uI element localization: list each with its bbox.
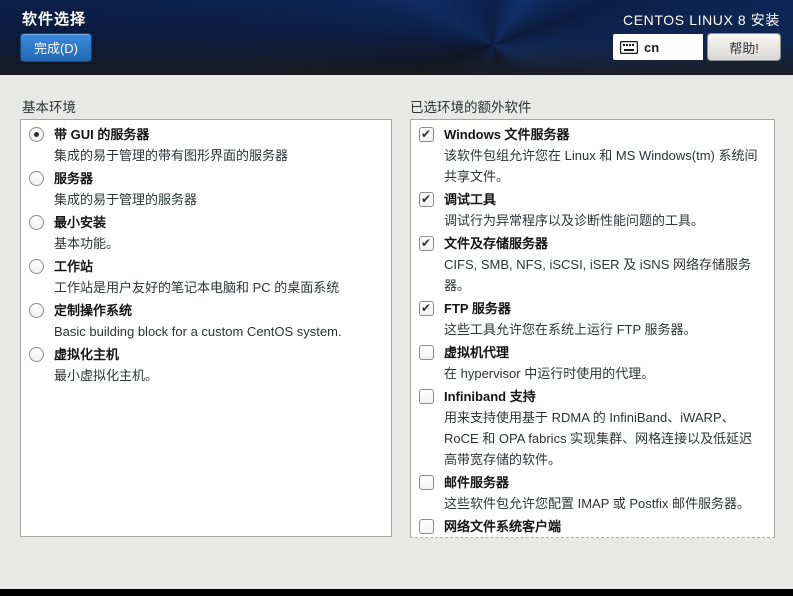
software-selection-content: 基本环境 已选环境的额外软件 带 GUI 的服务器集成的易于管理的带有图形界面的… <box>0 75 793 589</box>
option-header: 定制操作系统 <box>29 300 383 321</box>
option-header: FTP 服务器 <box>419 298 766 319</box>
environment-option[interactable]: 服务器集成的易于管理的服务器 <box>21 167 391 211</box>
checkbox[interactable] <box>419 236 434 251</box>
option-header: 调试工具 <box>419 189 766 210</box>
option-label: FTP 服务器 <box>444 301 511 316</box>
option-header: 带 GUI 的服务器 <box>29 124 383 145</box>
option-description: 集成的易于管理的服务器 <box>54 192 198 207</box>
checkbox[interactable] <box>419 389 434 404</box>
checkbox[interactable] <box>419 301 434 316</box>
option-label: Windows 文件服务器 <box>444 127 570 142</box>
option-label: 带 GUI 的服务器 <box>54 127 150 142</box>
option-description: CIFS, SMB, NFS, iSCSI, iSER 及 iSNS 网络存储服… <box>444 257 751 293</box>
keyboard-layout-indicator[interactable]: cn <box>613 34 703 60</box>
addon-software-list: Windows 文件服务器该软件包组允许您在 Linux 和 MS Window… <box>410 119 775 538</box>
keyboard-icon <box>620 40 638 54</box>
radio-button[interactable] <box>29 259 44 274</box>
radio-button[interactable] <box>29 303 44 318</box>
bottom-bar <box>0 589 793 596</box>
environment-option[interactable]: 虚拟化主机最小虚拟化主机。 <box>21 343 391 387</box>
addon-option[interactable]: Windows 文件服务器该软件包组允许您在 Linux 和 MS Window… <box>411 123 774 188</box>
option-description: 该软件包组允许您在 Linux 和 MS Windows(tm) 系统间共享文件… <box>444 148 758 184</box>
option-label: Infiniband 支持 <box>444 389 536 404</box>
page-title: 软件选择 <box>22 11 87 28</box>
option-description: 这些工具允许您在系统上运行 FTP 服务器。 <box>444 322 697 337</box>
checkbox[interactable] <box>419 127 434 142</box>
option-header: 最小安装 <box>29 212 383 233</box>
addon-option[interactable]: 调试工具调试行为异常程序以及诊断性能问题的工具。 <box>411 188 774 232</box>
option-label: 虚拟化主机 <box>54 347 120 362</box>
option-label: 定制操作系统 <box>54 303 133 318</box>
option-description: 最小虚拟化主机。 <box>54 368 159 383</box>
checkbox[interactable] <box>419 345 434 360</box>
option-label: 虚拟机代理 <box>444 345 510 360</box>
option-label: 网络文件系统客户端 <box>444 519 562 534</box>
option-label: 最小安装 <box>54 215 107 230</box>
keyboard-layout-label: cn <box>644 39 660 55</box>
option-header: 虚拟化主机 <box>29 344 383 365</box>
header-bar: 软件选择 完成(D) CENTOS LINUX 8 安装 cn 帮助! <box>0 0 793 75</box>
option-description: 基本功能。 <box>54 236 120 251</box>
option-description: 工作站是用户友好的笔记本电脑和 PC 的桌面系统 <box>54 280 340 295</box>
option-header: 邮件服务器 <box>419 472 766 493</box>
radio-button[interactable] <box>29 127 44 142</box>
addon-software-title: 已选环境的额外软件 <box>410 100 532 115</box>
environment-option[interactable]: 工作站工作站是用户友好的笔记本电脑和 PC 的桌面系统 <box>21 255 391 299</box>
addon-option[interactable]: FTP 服务器这些工具允许您在系统上运行 FTP 服务器。 <box>411 297 774 341</box>
product-title: CENTOS LINUX 8 安装 <box>623 12 780 28</box>
option-description: 集成的易于管理的带有图形界面的服务器 <box>54 148 289 163</box>
checkbox[interactable] <box>419 519 434 534</box>
option-description: 这些软件包允许您配置 IMAP 或 Postfix 邮件服务器。 <box>444 496 751 511</box>
environment-option[interactable]: 带 GUI 的服务器集成的易于管理的带有图形界面的服务器 <box>21 123 391 167</box>
addon-option[interactable]: Infiniband 支持用来支持使用基于 RDMA 的 InfiniBand、… <box>411 385 774 471</box>
addon-option[interactable]: 网络文件系统客户端启用该系统附加到网络存储。 <box>411 515 774 538</box>
addon-option[interactable]: 邮件服务器这些软件包允许您配置 IMAP 或 Postfix 邮件服务器。 <box>411 471 774 515</box>
environment-option[interactable]: 定制操作系统 Basic building block for a custom … <box>21 299 391 343</box>
option-header: Infiniband 支持 <box>419 386 766 407</box>
option-label: 服务器 <box>54 171 94 186</box>
base-environment-list: 带 GUI 的服务器集成的易于管理的带有图形界面的服务器 服务器集成的易于管理的服… <box>20 119 392 537</box>
addon-option[interactable]: 虚拟机代理在 hypervisor 中运行时使用的代理。 <box>411 341 774 385</box>
addon-option[interactable]: 文件及存储服务器 CIFS, SMB, NFS, iSCSI, iSER 及 iS… <box>411 232 774 297</box>
option-header: 网络文件系统客户端 <box>419 516 766 537</box>
option-description: 用来支持使用基于 RDMA 的 InfiniBand、iWARP、RoCE 和 … <box>444 410 753 467</box>
option-header: Windows 文件服务器 <box>419 124 766 145</box>
option-header: 文件及存储服务器 <box>419 233 766 254</box>
option-header: 工作站 <box>29 256 383 277</box>
radio-button[interactable] <box>29 171 44 186</box>
option-label: 文件及存储服务器 <box>444 236 549 251</box>
checkbox[interactable] <box>419 475 434 490</box>
option-description: 启用该系统附加到网络存储。 <box>444 537 766 538</box>
option-header: 服务器 <box>29 168 383 189</box>
option-header: 虚拟机代理 <box>419 342 766 363</box>
environment-option[interactable]: 最小安装 基本功能。 <box>21 211 391 255</box>
option-description: 调试行为异常程序以及诊断性能问题的工具。 <box>444 213 705 228</box>
help-button[interactable]: 帮助! <box>707 33 781 61</box>
option-description: Basic building block for a custom CentOS… <box>54 324 342 339</box>
option-description: 在 hypervisor 中运行时使用的代理。 <box>444 366 655 381</box>
checkbox[interactable] <box>419 192 434 207</box>
option-label: 工作站 <box>54 259 94 274</box>
option-label: 调试工具 <box>444 192 497 207</box>
done-button[interactable]: 完成(D) <box>20 33 92 62</box>
radio-button[interactable] <box>29 215 44 230</box>
option-label: 邮件服务器 <box>444 475 510 490</box>
radio-button[interactable] <box>29 347 44 362</box>
base-environment-title: 基本环境 <box>22 100 76 115</box>
